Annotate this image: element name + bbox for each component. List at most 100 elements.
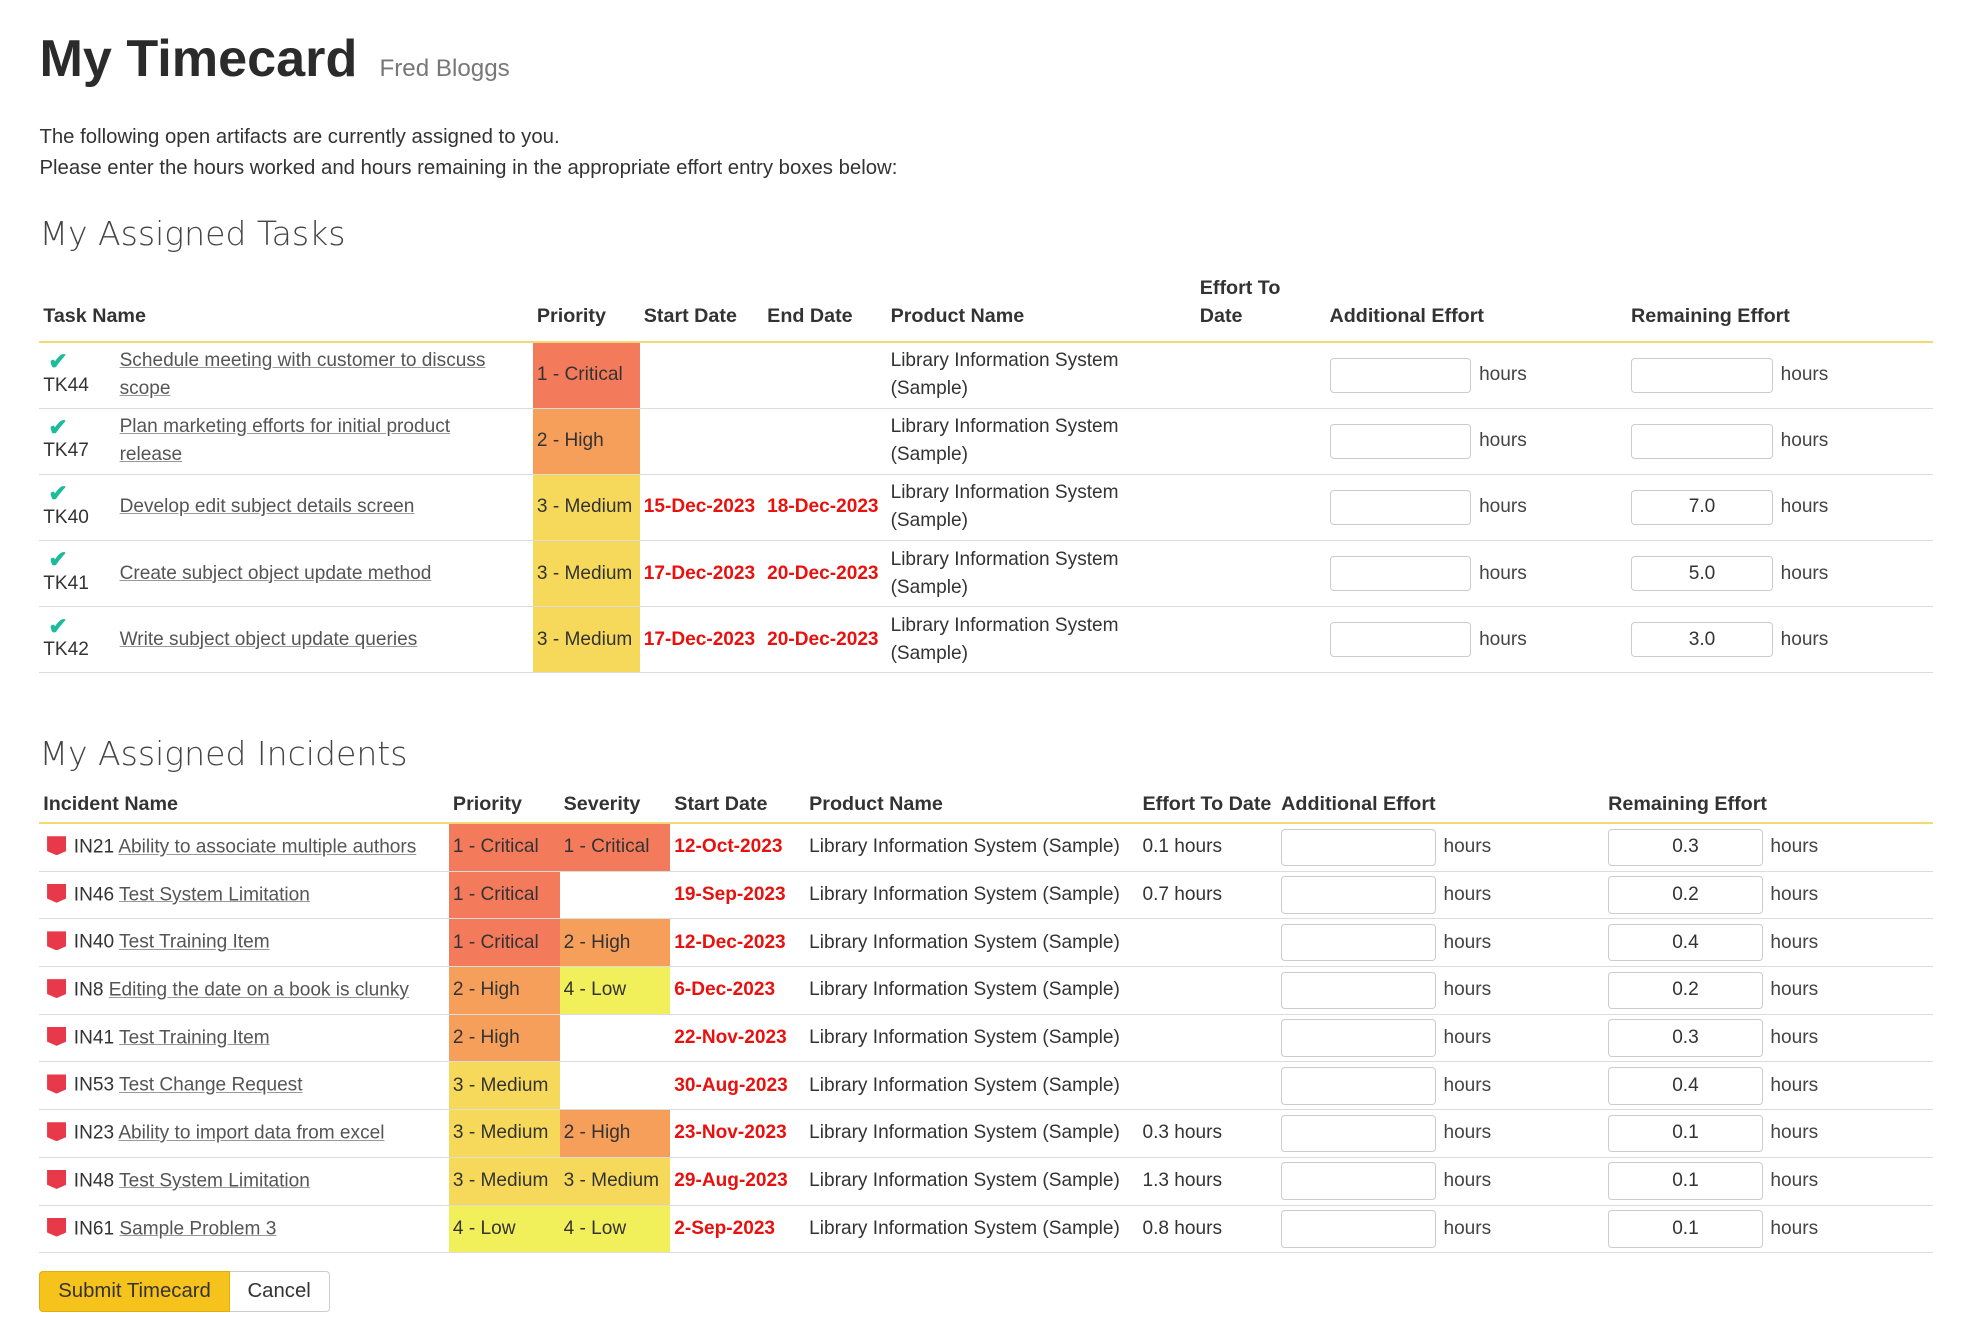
task-effort-to-date bbox=[1195, 474, 1326, 541]
hours-label: hours bbox=[1770, 836, 1819, 858]
additional-effort-input[interactable] bbox=[1281, 1114, 1436, 1153]
additional-effort-input[interactable] bbox=[1329, 556, 1472, 592]
page-title: My Timecard Fred Bloggs bbox=[39, 23, 1933, 106]
col-effort-to-date[interactable]: Effort To Date bbox=[1138, 785, 1278, 825]
additional-effort-input[interactable] bbox=[1329, 489, 1472, 525]
incident-id: IN61 bbox=[73, 1218, 115, 1240]
incident-effort-to-date: 0.1 hours bbox=[1138, 823, 1278, 872]
incident-row: IN8 Editing the date on a book is clunky… bbox=[39, 966, 1933, 1015]
incident-row: IN48 Test System Limitation 3 - Medium 3 -… bbox=[39, 1157, 1933, 1206]
additional-effort-input[interactable] bbox=[1281, 1210, 1436, 1248]
task-remaining-effort-cell: hours bbox=[1627, 606, 1933, 674]
task-product-name: Library Information System (Sample) bbox=[886, 342, 1196, 409]
remaining-effort-input[interactable] bbox=[1631, 423, 1773, 459]
additional-effort-input[interactable] bbox=[1281, 1019, 1436, 1057]
col-additional-effort: Additional Effort bbox=[1277, 785, 1605, 825]
incident-name-link[interactable]: Editing the date on a book is clunky bbox=[109, 980, 409, 1001]
additional-effort-input[interactable] bbox=[1281, 828, 1436, 867]
incident-name-link[interactable]: Ability to import data from excel bbox=[118, 1123, 384, 1144]
task-product-name: Library Information System (Sample) bbox=[886, 474, 1196, 541]
incident-effort-to-date bbox=[1138, 966, 1278, 1015]
incident-id: IN23 bbox=[73, 1122, 115, 1144]
cancel-button[interactable]: Cancel bbox=[229, 1271, 330, 1312]
remaining-effort-input[interactable] bbox=[1631, 357, 1773, 393]
hours-label: hours bbox=[1443, 1170, 1492, 1192]
remaining-effort-input[interactable] bbox=[1631, 622, 1773, 658]
task-name-link[interactable]: Plan marketing efforts for initial produ… bbox=[120, 416, 451, 465]
hours-label: hours bbox=[1479, 430, 1527, 452]
hours-label: hours bbox=[1479, 562, 1527, 584]
incident-name-link[interactable]: Test Training Item bbox=[119, 1027, 270, 1048]
incident-bug-icon bbox=[47, 1074, 67, 1094]
incident-name-link[interactable]: Sample Problem 3 bbox=[119, 1218, 276, 1239]
col-product-name[interactable]: Product Name bbox=[805, 785, 1139, 825]
incident-additional-effort-cell: hours bbox=[1277, 871, 1605, 920]
remaining-effort-input[interactable] bbox=[1608, 1162, 1763, 1200]
remaining-effort-input[interactable] bbox=[1608, 971, 1763, 1010]
incident-id: IN41 bbox=[73, 1027, 115, 1049]
task-check-icon: ✔ bbox=[48, 612, 68, 639]
col-incident-name[interactable]: Incident Name bbox=[39, 785, 450, 825]
additional-effort-input[interactable] bbox=[1329, 357, 1472, 393]
incident-start-date: 12-Oct-2023 bbox=[670, 823, 806, 872]
incident-name-link[interactable]: Test Training Item bbox=[119, 932, 270, 953]
col-product-name[interactable]: Product Name bbox=[886, 274, 1196, 344]
remaining-effort-input[interactable] bbox=[1608, 923, 1763, 962]
additional-effort-input[interactable] bbox=[1281, 1162, 1436, 1200]
incident-name-link[interactable]: Test Change Request bbox=[119, 1075, 302, 1096]
col-end-date[interactable]: End Date bbox=[763, 274, 887, 344]
task-name-link[interactable]: Create subject object update method bbox=[120, 563, 432, 584]
task-name-link[interactable]: Schedule meeting with customer to discus… bbox=[120, 350, 486, 399]
remaining-effort-input[interactable] bbox=[1631, 556, 1773, 592]
col-severity[interactable]: Severity bbox=[559, 785, 671, 825]
incident-name-link[interactable]: Ability to associate multiple authors bbox=[118, 837, 416, 858]
incidents-heading: My Assigned Incidents bbox=[39, 734, 408, 774]
incident-remaining-effort-cell: hours bbox=[1604, 1157, 1933, 1206]
remaining-effort-input[interactable] bbox=[1608, 828, 1763, 867]
hours-label: hours bbox=[1780, 628, 1829, 650]
incident-priority: 3 - Medium bbox=[449, 1061, 560, 1111]
task-id: TK40 bbox=[43, 506, 89, 528]
task-end-date bbox=[763, 408, 887, 475]
remaining-effort-input[interactable] bbox=[1608, 1114, 1763, 1153]
submit-timecard-button[interactable]: Submit Timecard bbox=[39, 1271, 230, 1312]
hours-label: hours bbox=[1770, 1170, 1819, 1192]
remaining-effort-input[interactable] bbox=[1608, 1210, 1763, 1248]
incident-remaining-effort-cell: hours bbox=[1604, 1109, 1933, 1158]
hours-label: hours bbox=[1443, 1122, 1492, 1144]
col-effort-to-date[interactable]: Effort To Date bbox=[1195, 274, 1326, 344]
hours-label: hours bbox=[1770, 979, 1819, 1001]
additional-effort-input[interactable] bbox=[1281, 876, 1436, 914]
incident-name-link[interactable]: Test System Limitation bbox=[119, 884, 310, 905]
additional-effort-input[interactable] bbox=[1329, 622, 1472, 658]
incident-severity: 4 - Low bbox=[559, 966, 671, 1015]
task-priority: 3 - Medium bbox=[533, 474, 640, 541]
task-id-block: ✔ TK47 bbox=[43, 416, 119, 465]
additional-effort-input[interactable] bbox=[1281, 923, 1436, 962]
incident-product-name: Library Information System (Sample) bbox=[805, 871, 1139, 920]
task-check-icon: ✔ bbox=[48, 546, 68, 573]
remaining-effort-input[interactable] bbox=[1631, 489, 1773, 525]
additional-effort-input[interactable] bbox=[1281, 1066, 1436, 1105]
col-task-name[interactable]: Task Name bbox=[39, 274, 534, 344]
incident-name-link[interactable]: Test System Limitation bbox=[119, 1170, 310, 1191]
incident-bug-icon bbox=[47, 1122, 67, 1142]
remaining-effort-input[interactable] bbox=[1608, 1066, 1763, 1105]
hours-label: hours bbox=[1770, 1074, 1819, 1096]
col-priority[interactable]: Priority bbox=[449, 785, 560, 825]
col-start-date[interactable]: Start Date bbox=[670, 785, 806, 825]
incident-product-name: Library Information System (Sample) bbox=[805, 1109, 1139, 1158]
incident-additional-effort-cell: hours bbox=[1277, 966, 1605, 1015]
task-name-link[interactable]: Write subject object update queries bbox=[120, 629, 418, 650]
hours-label: hours bbox=[1479, 364, 1527, 386]
col-start-date[interactable]: Start Date bbox=[639, 274, 764, 344]
remaining-effort-input[interactable] bbox=[1608, 876, 1763, 914]
additional-effort-input[interactable] bbox=[1329, 423, 1472, 459]
task-name-link[interactable]: Develop edit subject details screen bbox=[120, 496, 415, 517]
task-remaining-effort-cell: hours bbox=[1627, 342, 1933, 409]
task-product-name: Library Information System (Sample) bbox=[886, 540, 1196, 608]
remaining-effort-input[interactable] bbox=[1608, 1019, 1763, 1057]
col-priority[interactable]: Priority bbox=[533, 274, 640, 344]
additional-effort-input[interactable] bbox=[1281, 971, 1436, 1010]
col-remaining-effort: Remaining Effort bbox=[1604, 785, 1933, 825]
